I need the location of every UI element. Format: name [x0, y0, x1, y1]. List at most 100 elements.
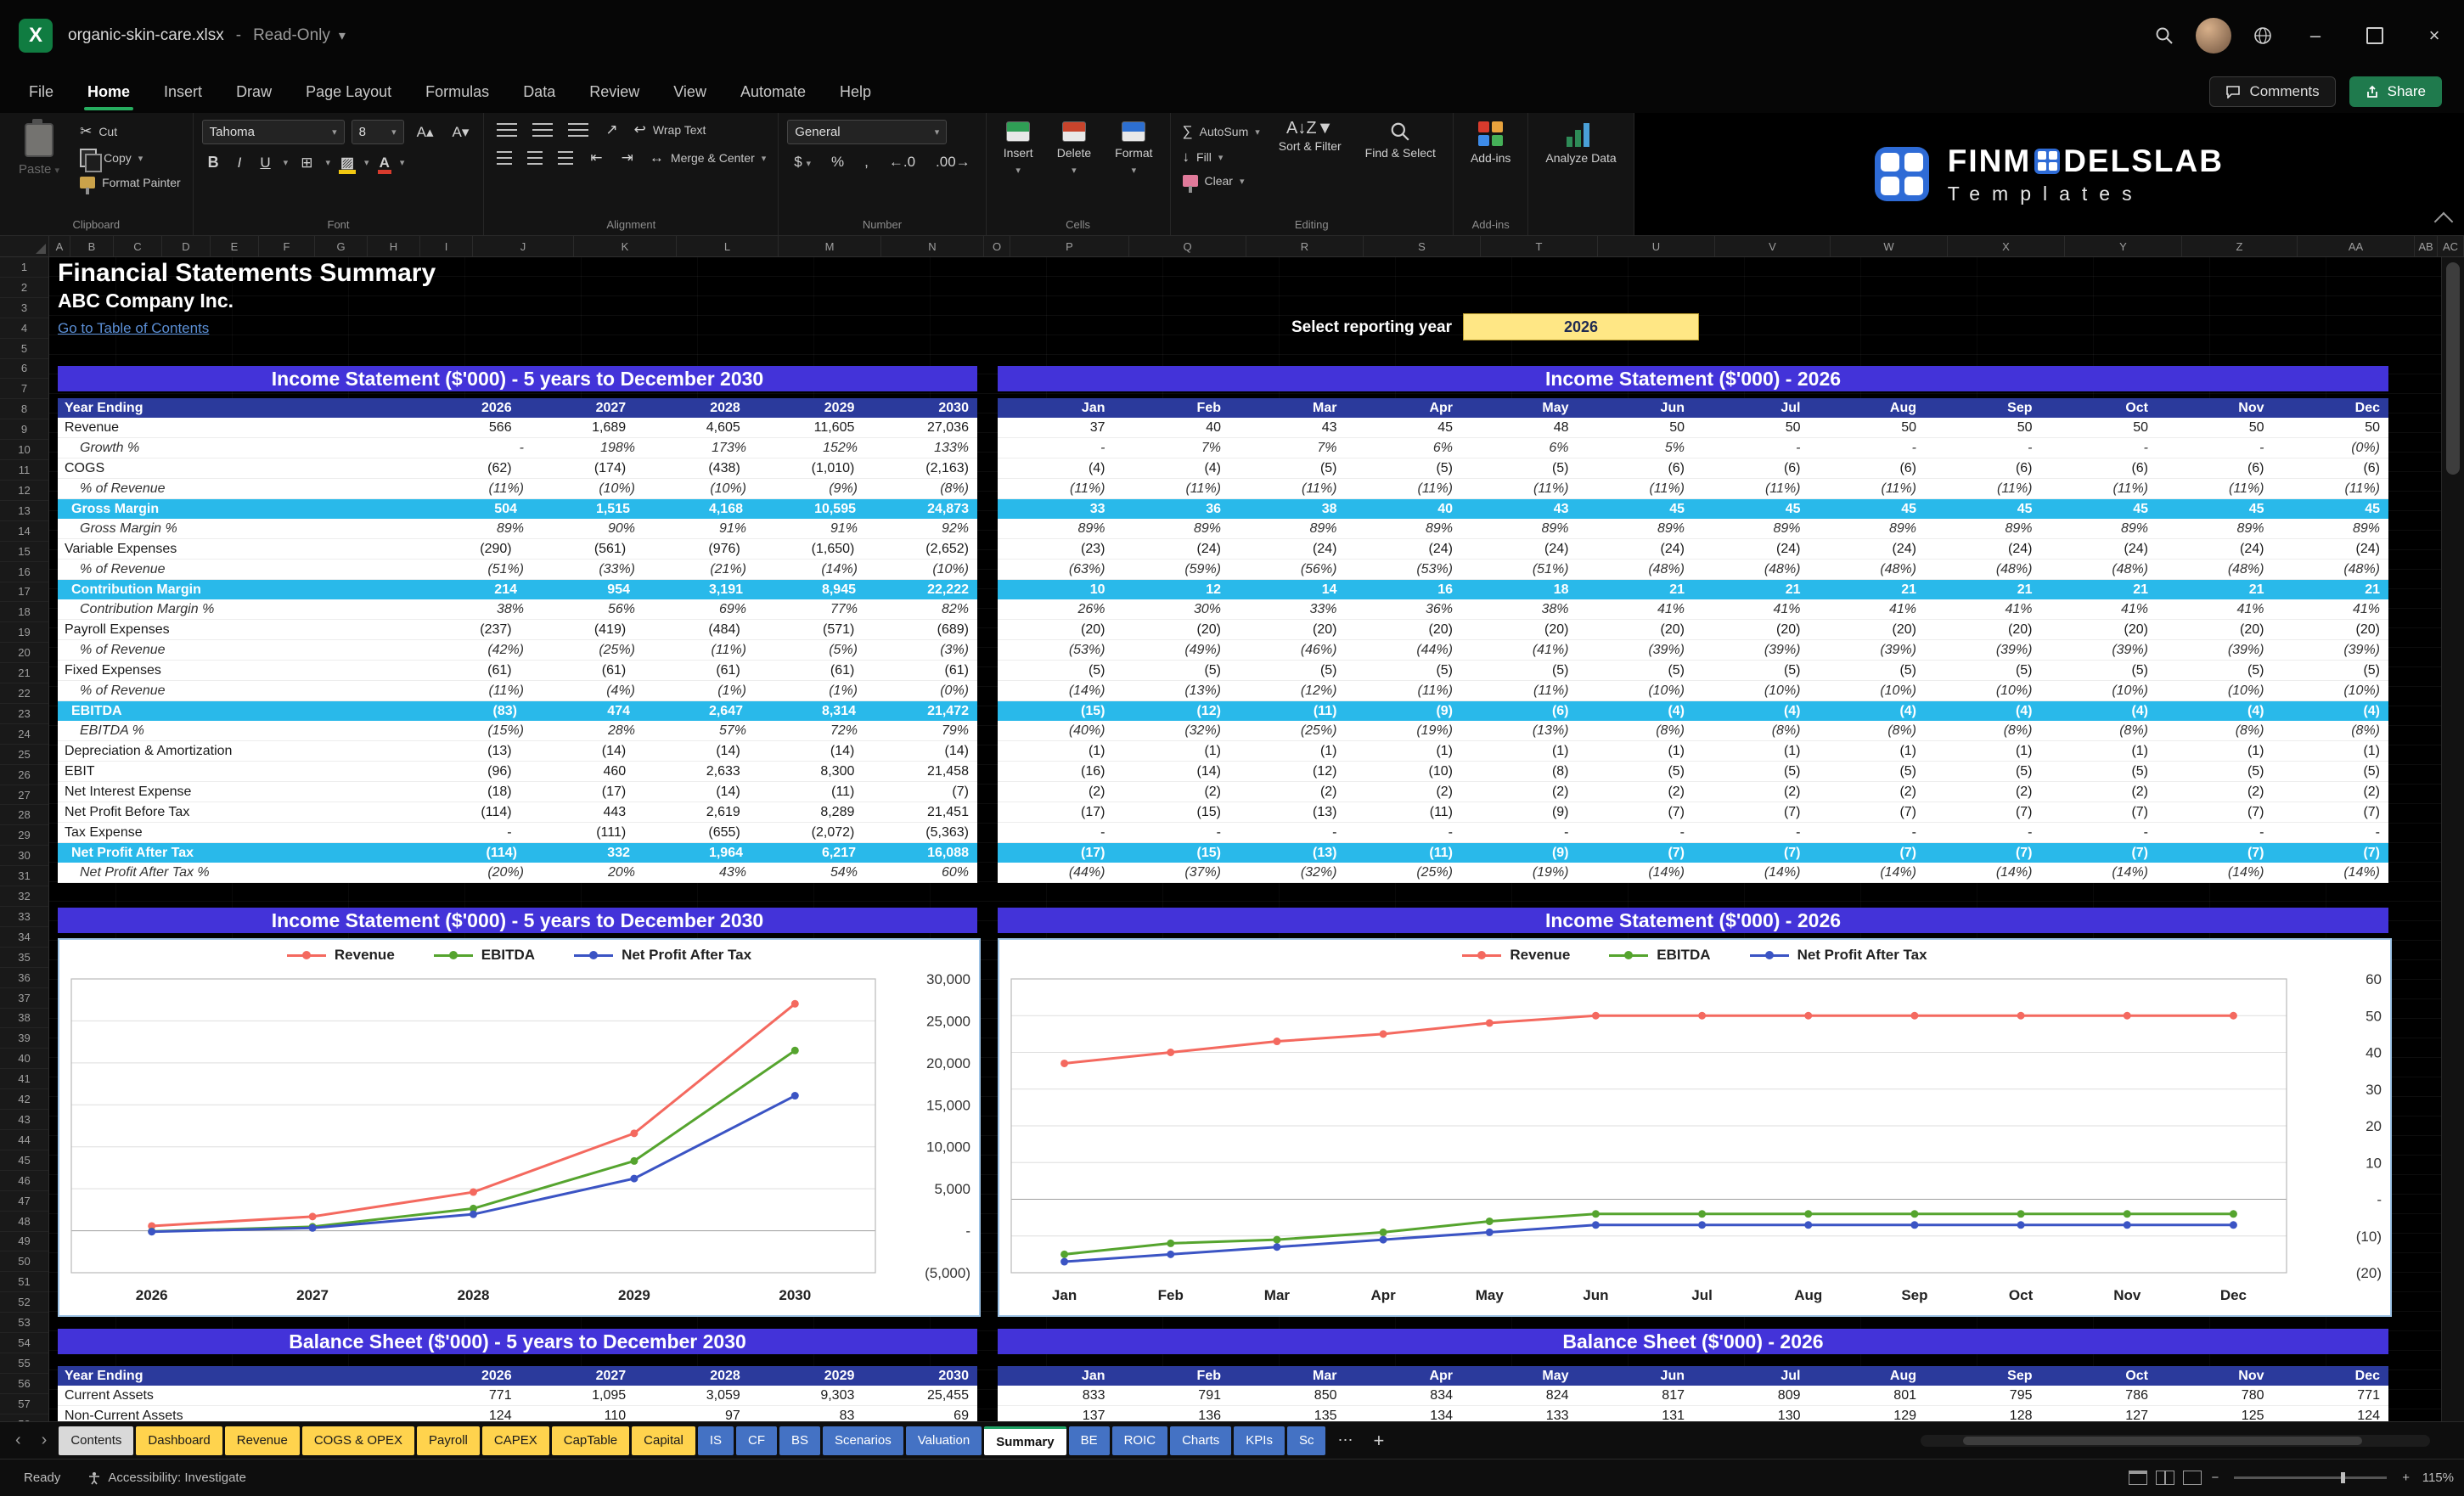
- table-cell[interactable]: (15%): [421, 721, 532, 740]
- table-cell[interactable]: (12): [1114, 701, 1230, 721]
- table-cell[interactable]: 45: [2041, 499, 2157, 519]
- row-label[interactable]: Contribution Margin %: [58, 599, 421, 619]
- table-cell[interactable]: 504: [413, 499, 526, 519]
- table-cell[interactable]: (20): [1578, 620, 1694, 639]
- sheet-tab-cf[interactable]: CF: [736, 1426, 778, 1455]
- table-cell[interactable]: 834: [1346, 1386, 1462, 1405]
- table-cell[interactable]: -: [998, 823, 1114, 842]
- table-cell[interactable]: (6): [1693, 458, 1809, 478]
- table-cell[interactable]: (14%): [1925, 863, 2041, 882]
- fill-button[interactable]: ↓ Fill ▾: [1179, 147, 1263, 167]
- table-cell[interactable]: -: [421, 438, 532, 458]
- table-cell[interactable]: (11): [1346, 802, 1462, 822]
- table-cell[interactable]: 2,633: [634, 762, 749, 781]
- table-cell[interactable]: (20): [998, 620, 1114, 639]
- table-cell[interactable]: 786: [2041, 1386, 2157, 1405]
- table-cell[interactable]: (6): [1925, 458, 2041, 478]
- table-cell[interactable]: 2028: [634, 1366, 749, 1386]
- table-cell[interactable]: 18: [1461, 580, 1578, 599]
- table-cell[interactable]: (51%): [421, 560, 532, 579]
- row-header-16[interactable]: 16: [0, 562, 48, 582]
- table-cell[interactable]: (48%): [1693, 560, 1809, 579]
- font-color-icon[interactable]: A: [376, 155, 393, 174]
- table-cell[interactable]: (13): [1229, 802, 1346, 822]
- globe-icon[interactable]: [2240, 13, 2286, 59]
- page-layout-view-icon[interactable]: [2156, 1471, 2175, 1485]
- sheet-tab-is[interactable]: IS: [697, 1426, 734, 1455]
- table-cell[interactable]: 79%: [866, 721, 977, 740]
- row-label[interactable]: Variable Expenses: [58, 539, 406, 559]
- column-header-I[interactable]: I: [420, 236, 473, 256]
- table-cell[interactable]: 92%: [866, 519, 977, 538]
- table-cell[interactable]: (46%): [1229, 640, 1346, 660]
- column-header-M[interactable]: M: [779, 236, 881, 256]
- table-cell[interactable]: (5): [1809, 762, 1926, 781]
- table-cell[interactable]: (11%): [421, 479, 532, 498]
- table-cell[interactable]: 1,515: [526, 499, 639, 519]
- table-cell[interactable]: (61): [634, 661, 749, 680]
- row-header-36[interactable]: 36: [0, 968, 48, 988]
- table-cell[interactable]: (11): [1346, 843, 1462, 863]
- table-cell[interactable]: (24): [1229, 539, 1346, 559]
- table-cell[interactable]: (25%): [1229, 721, 1346, 740]
- table-cell[interactable]: (6): [1461, 701, 1578, 721]
- insert-cells-button[interactable]: Insert ▾: [995, 120, 1042, 179]
- table-cell[interactable]: (61): [406, 661, 520, 680]
- table-cell[interactable]: (8%): [1809, 721, 1926, 740]
- table-cell[interactable]: 130: [1693, 1406, 1809, 1421]
- align-middle-icon[interactable]: [532, 123, 554, 137]
- table-cell[interactable]: (10%): [866, 560, 977, 579]
- table-cell[interactable]: 124: [2273, 1406, 2389, 1421]
- table-cell[interactable]: 89%: [2157, 519, 2273, 538]
- table-cell[interactable]: (6): [1809, 458, 1926, 478]
- format-cells-button[interactable]: Format ▾: [1106, 120, 1161, 179]
- wrap-text-button[interactable]: ↩ Wrap Text: [631, 120, 710, 140]
- row-header-41[interactable]: 41: [0, 1069, 48, 1090]
- table-cell[interactable]: 2027: [520, 398, 635, 418]
- table-cell[interactable]: (39%): [2041, 640, 2157, 660]
- table-cell[interactable]: (7): [2041, 843, 2157, 863]
- table-cell[interactable]: 89%: [1693, 519, 1809, 538]
- table-cell[interactable]: Dec: [2273, 1366, 2389, 1386]
- table-cell[interactable]: (13): [406, 741, 520, 761]
- column-header-Z[interactable]: Z: [2182, 236, 2298, 256]
- table-cell[interactable]: 801: [1809, 1386, 1926, 1405]
- table-cell[interactable]: (7): [1925, 802, 2041, 822]
- sort-filter-button[interactable]: A↓Z▼ Sort & Filter: [1270, 120, 1350, 155]
- row-label[interactable]: Non-Current Assets: [58, 1406, 406, 1421]
- column-header-Q[interactable]: Q: [1129, 236, 1246, 256]
- table-cell[interactable]: (42%): [421, 640, 532, 660]
- increase-decimal-icon[interactable]: ←.0: [882, 152, 922, 172]
- table-cell[interactable]: (9): [1461, 802, 1578, 822]
- table-cell[interactable]: Jun: [1578, 1366, 1694, 1386]
- table-cell[interactable]: 89%: [1114, 519, 1230, 538]
- table-cell[interactable]: -: [2273, 823, 2389, 842]
- table-cell[interactable]: 2029: [749, 398, 864, 418]
- column-header-R[interactable]: R: [1246, 236, 1364, 256]
- table-cell[interactable]: (14%): [1578, 863, 1694, 882]
- row-label[interactable]: Revenue: [58, 418, 406, 437]
- sheet-tab-sc[interactable]: Sc: [1286, 1426, 1326, 1455]
- sheet-tab-valuation[interactable]: Valuation: [905, 1426, 982, 1455]
- table-cell[interactable]: -: [2157, 438, 2273, 458]
- table-cell[interactable]: (39%): [1809, 640, 1926, 660]
- table-cell[interactable]: (1): [1114, 741, 1230, 761]
- column-header-H[interactable]: H: [368, 236, 420, 256]
- underline-button[interactable]: U: [254, 153, 276, 173]
- font-size-select[interactable]: 8 ▾: [351, 120, 404, 144]
- decrease-font-icon[interactable]: A▾: [447, 122, 475, 143]
- decrease-decimal-icon[interactable]: .00→: [929, 152, 977, 172]
- table-cell[interactable]: (5%): [755, 640, 866, 660]
- row-header-56[interactable]: 56: [0, 1374, 48, 1394]
- table-cell[interactable]: (14%): [2041, 863, 2157, 882]
- table-cell[interactable]: 89%: [1809, 519, 1926, 538]
- sheet-tab-capex[interactable]: CAPEX: [481, 1426, 549, 1455]
- table-cell[interactable]: (5): [1461, 458, 1578, 478]
- table-cell[interactable]: Feb: [1114, 398, 1230, 418]
- table-cell[interactable]: (11%): [644, 640, 755, 660]
- zoom-in-button[interactable]: +: [2397, 1471, 2415, 1485]
- avatar[interactable]: [2196, 17, 2231, 53]
- table-cell[interactable]: 6%: [1461, 438, 1578, 458]
- bold-button[interactable]: B: [202, 152, 225, 173]
- table-cell[interactable]: 771: [406, 1386, 520, 1405]
